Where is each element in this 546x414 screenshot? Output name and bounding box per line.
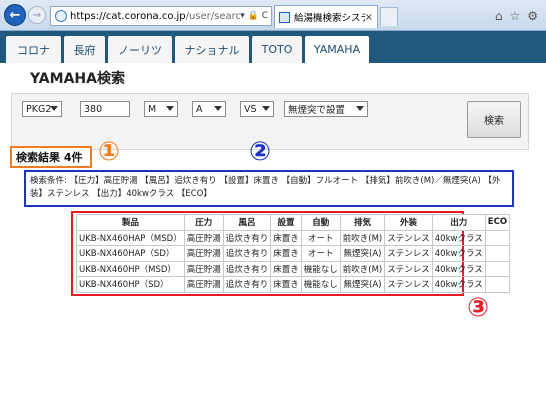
favicon-icon	[279, 11, 290, 23]
pkg-select[interactable]: PKG2	[22, 101, 62, 117]
table-row[interactable]: UKB-NX460HP（SD） 高圧貯湯 追炊き有り 床置き 機能なし 無煙突(…	[76, 276, 511, 293]
cell-eco	[484, 260, 511, 277]
browser-tab-title: 給湯機検索システム	[294, 13, 365, 24]
cell-eco	[484, 245, 511, 262]
cell-bath: 追炊き有り	[222, 229, 272, 246]
page-viewport: コロナ 長府 ノーリツ ナショナル TOTO YAMAHA YAMAHA検索 P…	[0, 31, 546, 414]
install-select[interactable]: 無煙突で設置	[284, 101, 368, 117]
maker-tab-bar: コロナ 長府 ノーリツ ナショナル TOTO YAMAHA	[0, 31, 546, 63]
a-select[interactable]: A	[192, 101, 226, 117]
chevron-down-icon	[262, 106, 270, 111]
cell-output: 40kwクラス	[431, 260, 486, 277]
capacity-input[interactable]: 380	[80, 101, 130, 117]
cell-product[interactable]: UKB-NX460HP（MSD）	[76, 260, 185, 277]
result-count: 検索結果 4件	[10, 146, 92, 168]
chevron-down-icon	[214, 106, 222, 111]
new-tab-button[interactable]	[380, 7, 398, 26]
m-select[interactable]: M	[144, 101, 178, 117]
cell-output: 40kwクラス	[431, 245, 486, 262]
cell-pressure: 高圧貯湯	[183, 229, 224, 246]
address-bar[interactable]: https://cat.corona.co.jp/user/search/yam…	[50, 6, 272, 26]
chevron-down-icon	[50, 106, 58, 111]
results-table-frame: 製品 圧力 風呂 設置 自動 排気 外装 出力 ECO UKB-NX460HAP…	[71, 211, 511, 296]
col-pressure: 圧力	[183, 214, 224, 231]
cell-auto: 機能なし	[300, 276, 341, 293]
favorites-star-icon[interactable]: ☆	[509, 9, 520, 23]
cell-bath: 追炊き有り	[222, 245, 272, 262]
annotation-marker-2: ②	[249, 137, 272, 167]
cell-pressure: 高圧貯湯	[183, 260, 224, 277]
col-exterior: 外装	[384, 214, 433, 231]
globe-icon	[55, 10, 67, 22]
tab-chofu[interactable]: 長府	[64, 36, 105, 63]
annotation-marker-1: ①	[98, 137, 121, 167]
cell-pressure: 高圧貯湯	[183, 276, 224, 293]
cell-install: 床置き	[270, 276, 302, 293]
chevron-down-icon	[166, 106, 174, 111]
cell-exterior: ステンレス	[384, 229, 433, 246]
url-text: https://cat.corona.co.jp/user/search/yam…	[70, 10, 241, 22]
address-actions[interactable]: ▾ 🔒 C	[240, 11, 271, 21]
cell-pressure: 高圧貯湯	[183, 245, 224, 262]
cell-exhaust: 前吹き(M)	[339, 260, 386, 277]
cell-eco	[484, 276, 511, 293]
col-bath: 風呂	[222, 214, 272, 231]
back-arrow-icon[interactable]: ←	[4, 4, 26, 26]
cell-bath: 追炊き有り	[222, 276, 272, 293]
chevron-down-icon	[356, 106, 364, 111]
cell-eco	[484, 229, 511, 246]
tab-corona[interactable]: コロナ	[6, 36, 61, 63]
browser-tab[interactable]: 給湯機検索システム ×	[274, 5, 378, 28]
cell-output: 40kwクラス	[431, 276, 486, 293]
table-row[interactable]: UKB-NX460HAP（SD） 高圧貯湯 追炊き有り 床置き オート 無煙突(…	[76, 245, 511, 262]
cell-exterior: ステンレス	[384, 276, 433, 293]
vs-select[interactable]: VS	[240, 101, 274, 117]
search-button[interactable]: 検索	[467, 101, 521, 138]
cell-exterior: ステンレス	[384, 260, 433, 277]
cell-exhaust: 無煙突(A)	[339, 276, 386, 293]
settings-gear-icon[interactable]: ⚙	[527, 9, 538, 23]
table-row[interactable]: UKB-NX460HAP（MSD） 高圧貯湯 追炊き有り 床置き オート 前吹き…	[76, 229, 511, 246]
col-product: 製品	[76, 214, 185, 231]
cell-product[interactable]: UKB-NX460HP（SD）	[76, 276, 185, 293]
cell-auto: 機能なし	[300, 260, 341, 277]
cell-install: 床置き	[270, 260, 302, 277]
cell-product[interactable]: UKB-NX460HAP（SD）	[76, 245, 185, 262]
home-icon[interactable]: ⌂	[495, 9, 503, 23]
tab-noritz[interactable]: ノーリツ	[108, 36, 172, 63]
cell-exhaust: 無煙突(A)	[339, 245, 386, 262]
close-tab-icon[interactable]: ×	[365, 12, 377, 23]
cell-auto: オート	[300, 229, 341, 246]
browser-right-icons: ⌂ ☆ ⚙	[495, 9, 538, 23]
col-install: 設置	[270, 214, 302, 231]
col-eco: ECO	[484, 214, 511, 231]
cell-bath: 追炊き有り	[222, 260, 272, 277]
cell-auto: オート	[300, 245, 341, 262]
cell-install: 床置き	[270, 245, 302, 262]
results-table: 製品 圧力 風呂 設置 自動 排気 外装 出力 ECO UKB-NX460HAP…	[76, 214, 511, 293]
forward-arrow-icon[interactable]: →	[28, 6, 46, 24]
browser-toolbar: ← → https://cat.corona.co.jp/user/search…	[0, 0, 546, 31]
table-header-row: 製品 圧力 風呂 設置 自動 排気 外装 出力 ECO	[76, 214, 511, 231]
cell-exterior: ステンレス	[384, 245, 433, 262]
col-exhaust: 排気	[339, 214, 386, 231]
col-auto: 自動	[300, 214, 341, 231]
cell-exhaust: 前吹き(M)	[339, 229, 386, 246]
table-row[interactable]: UKB-NX460HP（MSD） 高圧貯湯 追炊き有り 床置き 機能なし 前吹き…	[76, 260, 511, 277]
cell-product[interactable]: UKB-NX460HAP（MSD）	[76, 229, 185, 246]
tab-yamaha[interactable]: YAMAHA	[305, 36, 369, 63]
annotation-marker-3: ③	[467, 293, 490, 323]
cell-install: 床置き	[270, 229, 302, 246]
col-output: 出力	[431, 214, 486, 231]
cell-output: 40kwクラス	[431, 229, 486, 246]
page-title: YAMAHA検索	[30, 71, 125, 87]
tab-toto[interactable]: TOTO	[252, 36, 302, 63]
search-conditions: 検索条件: 【圧力】高圧貯湯 【風呂】追炊き有り 【設置】床置き 【自動】フルオ…	[24, 170, 514, 207]
tab-national[interactable]: ナショナル	[175, 36, 249, 63]
